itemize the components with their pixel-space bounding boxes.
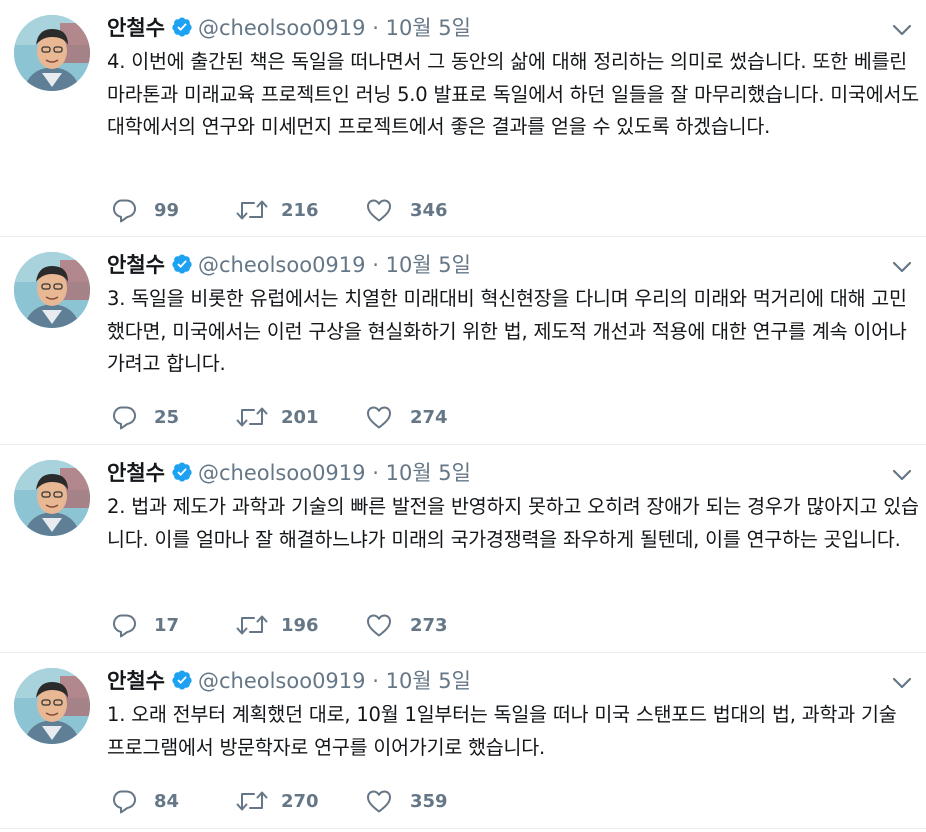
avatar[interactable]: [14, 252, 90, 328]
verified-badge-icon: [171, 253, 193, 283]
like-button[interactable]: 346: [365, 196, 465, 226]
retweet-count: 270: [281, 791, 319, 812]
verified-badge-icon: [171, 461, 193, 491]
tweet-text: 4. 이번에 출간된 책은 독일을 떠나면서 그 동안의 삶에 대해 정리하는 …: [107, 50, 919, 138]
like-count: 273: [410, 615, 448, 636]
dot-separator: ·: [372, 16, 379, 40]
reply-button[interactable]: 17: [110, 611, 200, 641]
like-icon: [367, 199, 391, 222]
retweet-icon: [236, 791, 268, 811]
tweet-header: 안철수 @cheolsoo0919 · 10월 5일: [107, 250, 471, 280]
reply-icon: [113, 406, 136, 430]
tweet[interactable]: 안철수 @cheolsoo0919 · 10월 5일 2. 법과 제도가 과학과 …: [0, 445, 926, 652]
dot-separator: ·: [372, 669, 379, 693]
display-name[interactable]: 안철수: [107, 669, 165, 693]
retweet-count: 196: [281, 615, 319, 636]
tweet-header: 안철수 @cheolsoo0919 · 10월 5일: [107, 13, 471, 43]
user-handle[interactable]: @cheolsoo0919: [198, 253, 366, 277]
retweet-count: 216: [281, 200, 319, 221]
display-name[interactable]: 안철수: [107, 253, 165, 277]
tweet-divider: [0, 828, 926, 829]
reply-count: 99: [154, 200, 180, 221]
like-count: 274: [410, 407, 448, 428]
like-count: 359: [410, 791, 448, 812]
tweet-divider: [0, 652, 926, 653]
retweet-button[interactable]: 196: [235, 611, 335, 641]
dot-separator: ·: [372, 461, 379, 485]
tweet-divider: [0, 236, 926, 237]
dot-separator: ·: [372, 253, 379, 277]
reply-button[interactable]: 25: [110, 403, 200, 433]
tweet-date[interactable]: 10월 5일: [386, 16, 471, 40]
retweet-button[interactable]: 270: [235, 787, 335, 817]
like-button[interactable]: 273: [365, 611, 465, 641]
tweet-header: 안철수 @cheolsoo0919 · 10월 5일: [107, 666, 471, 696]
verified-badge-icon: [171, 669, 193, 699]
tweet-header: 안철수 @cheolsoo0919 · 10월 5일: [107, 458, 471, 488]
user-handle[interactable]: @cheolsoo0919: [198, 669, 366, 693]
chevron-down-icon[interactable]: [892, 259, 912, 278]
chevron-down-icon[interactable]: [892, 467, 912, 486]
tweet-date[interactable]: 10월 5일: [386, 253, 471, 277]
like-icon: [367, 614, 391, 637]
reply-button[interactable]: 99: [110, 196, 200, 226]
display-name[interactable]: 안철수: [107, 16, 165, 40]
avatar[interactable]: [14, 668, 90, 744]
avatar[interactable]: [14, 15, 90, 91]
display-name[interactable]: 안철수: [107, 461, 165, 485]
like-button[interactable]: 359: [365, 787, 465, 817]
retweet-button[interactable]: 201: [235, 403, 335, 433]
reply-icon: [113, 790, 136, 814]
retweet-icon: [236, 200, 268, 220]
reply-button[interactable]: 84: [110, 787, 200, 817]
like-icon: [367, 790, 391, 813]
user-handle[interactable]: @cheolsoo0919: [198, 16, 366, 40]
reply-icon: [113, 199, 136, 223]
tweet[interactable]: 안철수 @cheolsoo0919 · 10월 5일 4. 이번에 출간된 책은 …: [0, 0, 926, 236]
reply-count: 17: [154, 615, 180, 636]
tweet-text: 1. 오래 전부터 계획했던 대로, 10월 1일부터는 독일을 떠나 미국 스…: [107, 703, 897, 759]
chevron-down-icon[interactable]: [892, 675, 912, 694]
tweet-text: 3. 독일을 비롯한 유럽에서는 치열한 미래대비 혁신현장을 다니며 우리의 …: [107, 287, 907, 375]
reply-icon: [113, 614, 136, 638]
like-button[interactable]: 274: [365, 403, 465, 433]
verified-badge-icon: [171, 16, 193, 46]
reply-count: 25: [154, 407, 180, 428]
tweet-date[interactable]: 10월 5일: [386, 461, 471, 485]
avatar[interactable]: [14, 460, 90, 536]
tweet[interactable]: 안철수 @cheolsoo0919 · 10월 5일 1. 오래 전부터 계획했던…: [0, 653, 926, 828]
tweet[interactable]: 안철수 @cheolsoo0919 · 10월 5일 3. 독일을 비롯한 유럽에…: [0, 237, 926, 444]
like-count: 346: [410, 200, 448, 221]
reply-count: 84: [154, 791, 180, 812]
retweet-button[interactable]: 216: [235, 196, 335, 226]
tweet-text: 2. 법과 제도가 과학과 기술의 빠른 발전을 반영하지 못하고 오히려 장애…: [107, 495, 919, 551]
tweet-divider: [0, 444, 926, 445]
like-icon: [367, 406, 391, 429]
chevron-down-icon[interactable]: [892, 22, 912, 41]
retweet-icon: [236, 615, 268, 635]
retweet-count: 201: [281, 407, 319, 428]
tweet-date[interactable]: 10월 5일: [386, 669, 471, 693]
user-handle[interactable]: @cheolsoo0919: [198, 461, 366, 485]
retweet-icon: [236, 407, 268, 427]
